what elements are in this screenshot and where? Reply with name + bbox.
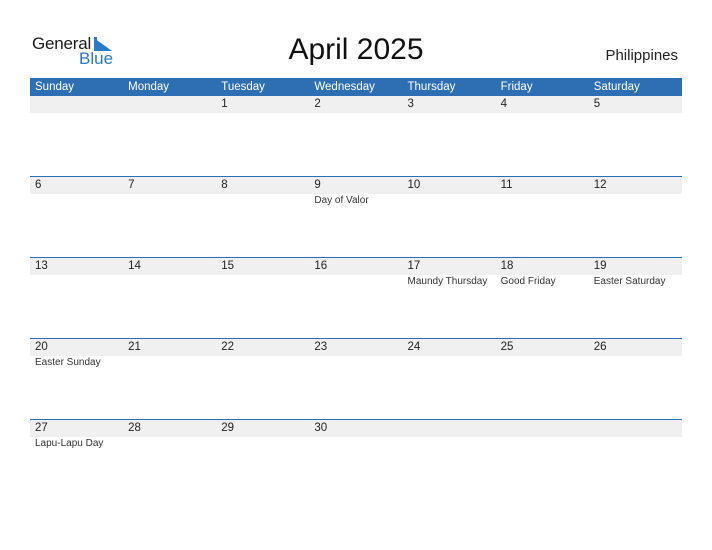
day-cell: 27 Lapu-Lapu Day [30, 420, 123, 501]
day-cell: 6 [30, 177, 123, 258]
day-number: 3 [407, 98, 414, 110]
day-cell: 25 [496, 339, 589, 420]
day-number: 29 [221, 422, 235, 434]
day-number: 10 [407, 179, 421, 191]
holiday-label: Easter Sunday [35, 357, 101, 368]
day-cell: 2 [309, 96, 402, 177]
day-cell: 17 Maundy Thursday [403, 258, 496, 339]
day-cell: 22 [216, 339, 309, 420]
week-row: 20 Easter Sunday 21 22 23 24 25 26 [30, 338, 682, 420]
day-number: 12 [593, 179, 607, 191]
day-number: 26 [593, 341, 607, 353]
weekday-saturday: Saturday [593, 81, 640, 93]
day-cell [403, 420, 496, 501]
day-cell: 11 [496, 177, 589, 258]
day-number: 23 [314, 341, 328, 353]
weekday-wednesday: Wednesday [314, 81, 375, 93]
day-cell: 30 [309, 420, 402, 501]
week-row: 13 14 15 16 17 Maundy Thursday 18 Good Friday 19… [30, 257, 682, 339]
week-row: 27 Lapu-Lapu Day 28 29 30 [30, 419, 682, 501]
day-cell: 24 [403, 339, 496, 420]
day-number: 9 [314, 179, 321, 191]
day-cell: 15 [216, 258, 309, 339]
day-cell: 29 [216, 420, 309, 501]
day-cell [123, 96, 216, 177]
holiday-label: Day of Valor [314, 195, 369, 206]
week-cells: 6 7 8 9 Day of Valor 10 11 12 [30, 177, 682, 258]
day-cell: 8 [216, 177, 309, 258]
day-cell: 21 [123, 339, 216, 420]
day-number: 17 [407, 260, 421, 272]
day-number: 25 [500, 341, 514, 353]
day-cell: 18 Good Friday [496, 258, 589, 339]
day-number [128, 96, 216, 113]
day-number: 21 [128, 341, 141, 353]
day-number: 4 [500, 98, 508, 110]
weekday-monday: Monday [128, 81, 170, 93]
day-number: 6 [35, 179, 42, 191]
week-cells: 27 Lapu-Lapu Day 28 29 30 [30, 420, 682, 501]
holiday-label: Easter Saturday [593, 276, 666, 287]
day-number: 16 [314, 260, 328, 272]
weekday-header: Sunday Monday Tuesday Wednesday Thursday… [30, 78, 682, 96]
day-number: 30 [314, 422, 328, 434]
day-cell: 14 [123, 258, 216, 339]
day-cell: 9 Day of Valor [309, 177, 402, 258]
week-row: 6 7 8 9 Day of Valor 10 11 12 [30, 176, 682, 258]
day-cell: 13 [30, 258, 123, 339]
day-number: 2 [314, 98, 321, 110]
day-cell [589, 420, 682, 501]
day-number [594, 420, 682, 437]
holiday-label: Good Friday [500, 276, 556, 287]
day-cell: 20 Easter Sunday [30, 339, 123, 420]
country-label: Philippines [605, 47, 678, 64]
day-cell: 7 [123, 177, 216, 258]
week-cells: 1 2 3 4 5 [30, 96, 682, 177]
week-cells: 20 Easter Sunday 21 22 23 24 25 26 [30, 339, 682, 420]
day-number [35, 96, 123, 113]
day-cell: 23 [309, 339, 402, 420]
day-number: 24 [407, 341, 421, 353]
day-number: 8 [221, 179, 228, 191]
day-cell: 1 [216, 96, 309, 177]
day-number: 27 [35, 422, 48, 434]
day-number: 1 [221, 98, 228, 110]
weekday-thursday: Thursday [407, 81, 456, 93]
weekday-tuesday: Tuesday [221, 81, 265, 93]
weekday-sunday: Sunday [35, 81, 75, 93]
day-cell: 3 [403, 96, 496, 177]
holiday-label: Lapu-Lapu Day [35, 438, 104, 449]
weekday-friday: Friday [500, 81, 533, 93]
day-number: 5 [593, 98, 601, 110]
day-cell: 12 [589, 177, 682, 258]
day-number: 14 [128, 260, 141, 272]
day-number: 20 [35, 341, 48, 353]
day-cell: 26 [589, 339, 682, 420]
day-cell: 28 [123, 420, 216, 501]
day-number: 22 [221, 341, 235, 353]
day-number [408, 420, 496, 437]
day-number: 19 [593, 260, 607, 272]
day-number: 28 [128, 422, 141, 434]
day-cell: 10 [403, 177, 496, 258]
day-cell: 5 [589, 96, 682, 177]
day-cell: 4 [496, 96, 589, 177]
day-number: 15 [221, 260, 235, 272]
day-number: 13 [35, 260, 48, 272]
day-cell: 19 Easter Saturday [589, 258, 682, 339]
day-cell: 16 [309, 258, 402, 339]
week-cells: 13 14 15 16 17 Maundy Thursday 18 Good Friday 19… [30, 258, 682, 339]
day-number [501, 420, 589, 437]
day-cell [30, 96, 123, 177]
week-row: 1 2 3 4 5 [30, 96, 682, 177]
day-number: 18 [500, 260, 514, 272]
day-cell [496, 420, 589, 501]
holiday-label: Maundy Thursday [407, 276, 488, 287]
day-number: 11 [500, 179, 513, 191]
day-number: 7 [128, 179, 135, 191]
